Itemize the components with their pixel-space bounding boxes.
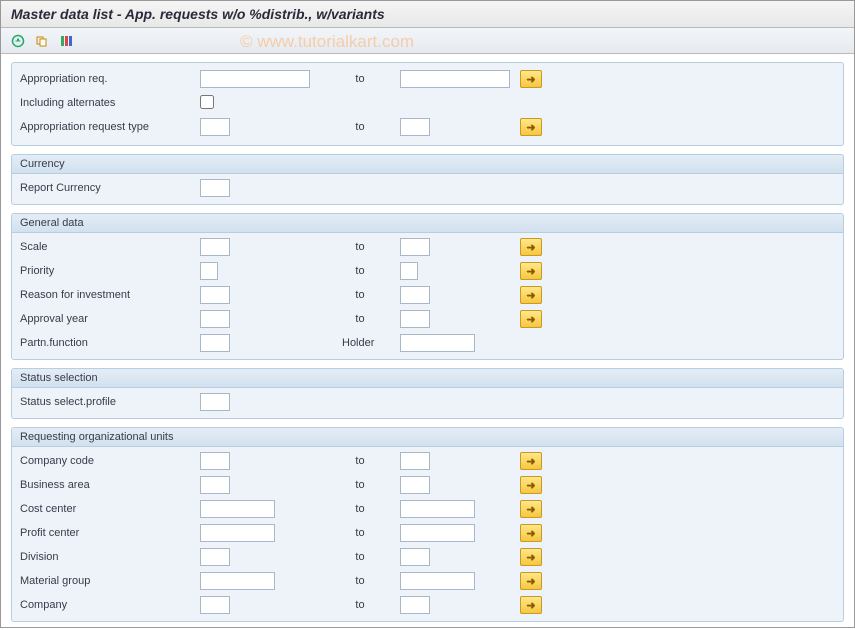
company-code-to[interactable] (400, 452, 430, 470)
currency-group: Currency Report Currency (11, 154, 844, 205)
multi-select-button[interactable]: ➜ (520, 286, 542, 304)
division-from[interactable] (200, 548, 230, 566)
multi-select-button[interactable]: ➜ (520, 548, 542, 566)
company-from[interactable] (200, 596, 230, 614)
to-label: to (320, 121, 400, 133)
execute-button[interactable] (9, 32, 27, 50)
report-currency-input[interactable] (200, 179, 230, 197)
company-to[interactable] (400, 596, 430, 614)
org-units-group-header: Requesting organizational units (12, 428, 843, 447)
status-profile-label: Status select.profile (20, 396, 200, 408)
status-selection-group-header: Status selection (12, 369, 843, 388)
division-label: Division (20, 551, 200, 563)
general-data-group-header: General data (12, 214, 843, 233)
multi-select-button[interactable]: ➜ (520, 118, 542, 136)
company-label: Company (20, 599, 200, 611)
to-label: to (320, 527, 400, 539)
appropriation-req-to[interactable] (400, 70, 510, 88)
scale-label: Scale (20, 241, 200, 253)
to-label: to (320, 503, 400, 515)
profit-center-label: Profit center (20, 527, 200, 539)
material-group-to[interactable] (400, 572, 475, 590)
company-code-from[interactable] (200, 452, 230, 470)
material-group-from[interactable] (200, 572, 275, 590)
to-label: to (320, 599, 400, 611)
multi-select-button[interactable]: ➜ (520, 70, 542, 88)
primary-selection-block: Appropriation req. to ➜ Including altern… (11, 62, 844, 146)
report-currency-label: Report Currency (20, 182, 200, 194)
toolbar (1, 28, 854, 54)
including-alternates-label: Including alternates (20, 97, 200, 109)
multi-select-button[interactable]: ➜ (520, 238, 542, 256)
multi-select-button[interactable]: ➜ (520, 452, 542, 470)
reason-label: Reason for investment (20, 289, 200, 301)
multi-select-button[interactable]: ➜ (520, 262, 542, 280)
business-area-from[interactable] (200, 476, 230, 494)
to-label: to (320, 289, 400, 301)
appropriation-type-from[interactable] (200, 118, 230, 136)
multi-select-button[interactable]: ➜ (520, 500, 542, 518)
priority-to[interactable] (400, 262, 418, 280)
priority-from[interactable] (200, 262, 218, 280)
partn-function-label: Partn.function (20, 337, 200, 349)
priority-label: Priority (20, 265, 200, 277)
to-label: to (320, 241, 400, 253)
appropriation-type-label: Appropriation request type (20, 121, 200, 133)
appropriation-req-label: Appropriation req. (20, 73, 200, 85)
window-title: Master data list - App. requests w/o %di… (1, 1, 854, 28)
multi-select-button[interactable]: ➜ (520, 310, 542, 328)
to-label: to (320, 265, 400, 277)
multi-select-button[interactable]: ➜ (520, 524, 542, 542)
holder-label: Holder (320, 337, 400, 349)
partn-function-input[interactable] (200, 334, 230, 352)
multi-select-button[interactable]: ➜ (520, 572, 542, 590)
company-code-label: Company code (20, 455, 200, 467)
content-area: Appropriation req. to ➜ Including altern… (1, 54, 854, 630)
holder-input[interactable] (400, 334, 475, 352)
appropriation-type-to[interactable] (400, 118, 430, 136)
status-selection-group: Status selection Status select.profile (11, 368, 844, 419)
to-label: to (320, 313, 400, 325)
approval-year-from[interactable] (200, 310, 230, 328)
to-label: to (320, 479, 400, 491)
currency-group-header: Currency (12, 155, 843, 174)
to-label: to (320, 455, 400, 467)
approval-year-label: Approval year (20, 313, 200, 325)
reason-to[interactable] (400, 286, 430, 304)
selection-options-button[interactable] (57, 32, 75, 50)
to-label: to (320, 551, 400, 563)
reason-from[interactable] (200, 286, 230, 304)
approval-year-to[interactable] (400, 310, 430, 328)
cost-center-label: Cost center (20, 503, 200, 515)
including-alternates-checkbox[interactable] (200, 95, 214, 109)
appropriation-req-from[interactable] (200, 70, 310, 88)
general-data-group: General data Scale to ➜ Priority to ➜ Re… (11, 213, 844, 360)
status-profile-input[interactable] (200, 393, 230, 411)
profit-center-to[interactable] (400, 524, 475, 542)
to-label: to (320, 73, 400, 85)
org-units-group: Requesting organizational units Company … (11, 427, 844, 622)
scale-from[interactable] (200, 238, 230, 256)
cost-center-to[interactable] (400, 500, 475, 518)
to-label: to (320, 575, 400, 587)
business-area-label: Business area (20, 479, 200, 491)
profit-center-from[interactable] (200, 524, 275, 542)
material-group-label: Material group (20, 575, 200, 587)
cost-center-from[interactable] (200, 500, 275, 518)
multi-select-button[interactable]: ➜ (520, 596, 542, 614)
division-to[interactable] (400, 548, 430, 566)
business-area-to[interactable] (400, 476, 430, 494)
variants-button[interactable] (33, 32, 51, 50)
multi-select-button[interactable]: ➜ (520, 476, 542, 494)
scale-to[interactable] (400, 238, 430, 256)
